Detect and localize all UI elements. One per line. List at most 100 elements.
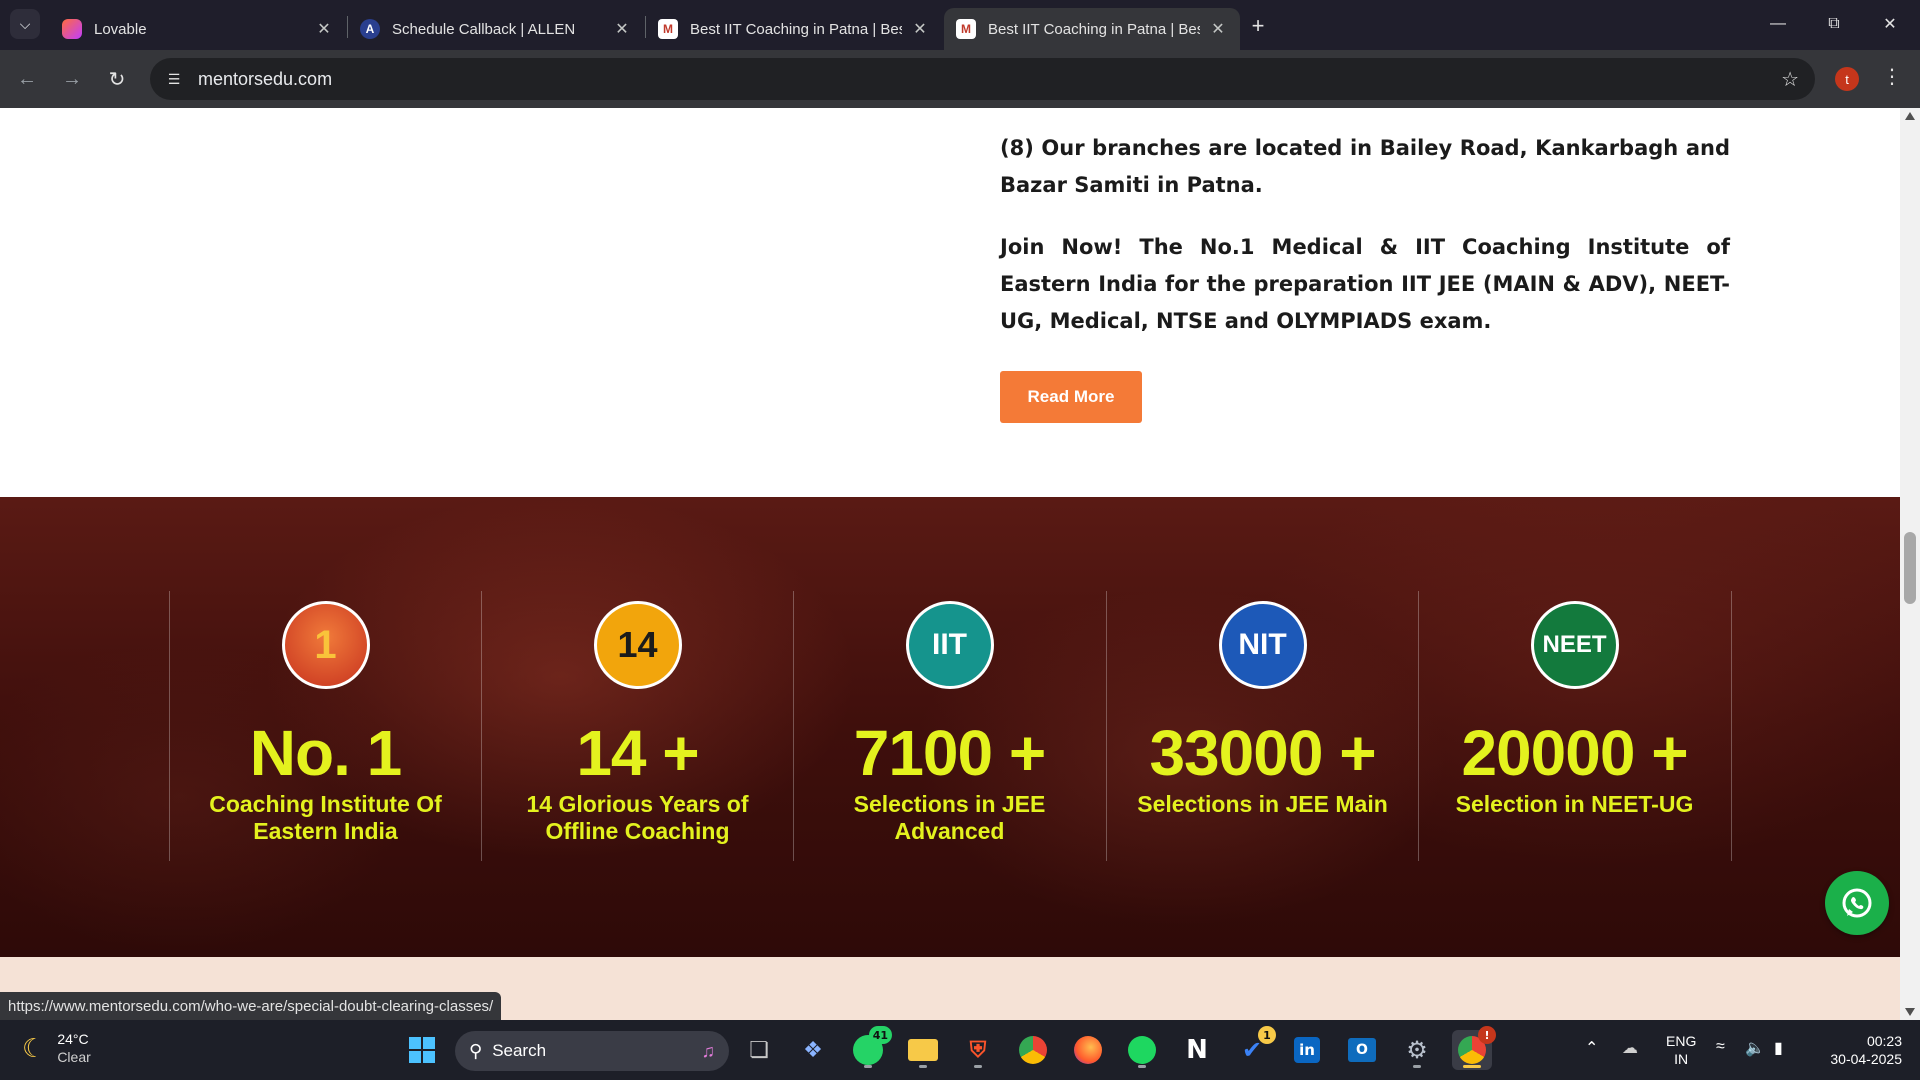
clock[interactable]: 00:23 30-04-2025: [1816, 1032, 1902, 1068]
lang-line1: ENG: [1666, 1033, 1697, 1049]
close-window-button[interactable]: ✕: [1862, 6, 1918, 42]
badge-text: NEET: [1542, 631, 1607, 658]
tab-mentors-active[interactable]: M Best IIT Coaching in Patna | Best ✕: [944, 8, 1240, 50]
spotify-button[interactable]: [1122, 1030, 1162, 1070]
notion-button[interactable]: N: [1177, 1030, 1217, 1070]
running-indicator: [974, 1065, 982, 1068]
stat-label: Selections in JEE Main: [1137, 791, 1388, 817]
neet-logo-icon: NEET: [1530, 601, 1619, 689]
bookmark-star-icon[interactable]: ☆: [1781, 67, 1799, 92]
start-button[interactable]: [402, 1030, 442, 1070]
chrome-icon: [1019, 1036, 1047, 1064]
chevron-up-icon[interactable]: ⌃: [1585, 1038, 1598, 1058]
reload-button[interactable]: ↻: [100, 62, 134, 96]
profile-avatar[interactable]: t: [1835, 67, 1859, 91]
stat-years: 14 14 + 14 Glorious Years of Offline Coa…: [481, 591, 794, 861]
tab-mentors-1[interactable]: M Best IIT Coaching in Patna | Best ✕: [646, 8, 942, 50]
scroll-down-arrow-icon[interactable]: [1905, 1008, 1915, 1016]
todo-button[interactable]: ✔ 1: [1232, 1026, 1276, 1070]
stat-number: 20000 +: [1461, 717, 1688, 789]
brave-lion-icon: ⛨: [969, 1037, 987, 1063]
back-button[interactable]: ←: [10, 62, 44, 96]
stats-section: 1 No. 1 Coaching Institute Of Eastern In…: [0, 497, 1900, 957]
whatsapp-chat-button[interactable]: [1825, 871, 1889, 935]
firefox-button[interactable]: [1068, 1030, 1108, 1070]
forward-button[interactable]: →: [55, 62, 89, 96]
tab-allen[interactable]: A Schedule Callback | ALLEN ✕: [348, 8, 644, 50]
file-explorer-button[interactable]: [903, 1030, 943, 1070]
outlook-button[interactable]: O: [1342, 1030, 1382, 1070]
close-icon[interactable]: ✕: [612, 19, 632, 39]
notification-badge: 1: [1258, 1026, 1276, 1044]
copilot-button[interactable]: ❖: [793, 1030, 833, 1070]
wifi-icon[interactable]: ≈: [1716, 1038, 1725, 1056]
mentors-icon: M: [956, 19, 976, 39]
lang-line2: IN: [1674, 1051, 1689, 1067]
restore-button[interactable]: ⧉: [1806, 6, 1862, 42]
trophy-icon: 1: [281, 601, 370, 689]
chrome-active-button[interactable]: !: [1452, 1026, 1496, 1070]
arrow-right-icon: →: [62, 67, 82, 90]
notion-n-icon: N: [1186, 1035, 1208, 1065]
stat-number: 33000 +: [1149, 717, 1376, 789]
running-indicator: [1463, 1065, 1481, 1068]
close-icon[interactable]: ✕: [910, 19, 930, 39]
tab-search-button[interactable]: ⌵: [10, 9, 40, 39]
cloud-icon[interactable]: ☁: [1622, 1038, 1638, 1058]
lovable-icon: [62, 19, 82, 39]
stat-label: Selections in JEE Advanced: [853, 791, 1046, 844]
clock-time: 00:23: [1866, 1033, 1902, 1049]
iit-logo-icon: IIT: [905, 601, 994, 689]
years-14-icon: 14: [593, 601, 682, 689]
clock-date: 30-04-2025: [1830, 1051, 1902, 1067]
badge-text: IIT: [932, 628, 967, 661]
badge-text: NIT: [1238, 628, 1287, 661]
search-icon: ⚲: [469, 1040, 483, 1061]
site-info-icon[interactable]: ☰: [160, 65, 188, 93]
nit-logo-icon: NIT: [1218, 601, 1307, 689]
linkedin-button[interactable]: in: [1287, 1030, 1327, 1070]
scroll-up-arrow-icon[interactable]: [1905, 112, 1915, 120]
stat-jee-advanced: IIT 7100 + Selections in JEE Advanced: [793, 591, 1106, 861]
stat-number: No. 1: [249, 717, 402, 789]
task-view-icon: ❏: [749, 1037, 769, 1063]
notification-badge: 41: [868, 1026, 892, 1044]
chevron-down-icon: ⌵: [19, 15, 31, 32]
weather-widget[interactable]: ☾ 24°C Clear: [22, 1030, 91, 1066]
battery-icon[interactable]: ▮: [1774, 1038, 1783, 1058]
task-view-button[interactable]: ❏: [739, 1030, 779, 1070]
new-tab-button[interactable]: +: [1242, 12, 1274, 40]
minimize-button[interactable]: —: [1750, 6, 1806, 42]
join-now-paragraph: Join Now! The No.1 Medical & IIT Coachin…: [1000, 235, 1730, 333]
close-icon: ✕: [1883, 16, 1897, 33]
volume-icon[interactable]: 🔈: [1745, 1038, 1765, 1058]
url-text: mentorsedu.com: [198, 68, 333, 89]
stat-number: 14 +: [576, 717, 699, 789]
minimize-icon: —: [1770, 15, 1786, 32]
read-more-button[interactable]: Read More: [1000, 371, 1142, 423]
settings-button[interactable]: ⚙: [1397, 1030, 1437, 1070]
tab-lovable[interactable]: Lovable ✕: [50, 8, 346, 50]
close-icon[interactable]: ✕: [314, 19, 334, 39]
taskbar-search[interactable]: ⚲ Search ♫: [455, 1031, 729, 1071]
language-indicator[interactable]: ENG IN: [1666, 1032, 1696, 1068]
address-bar[interactable]: ☰ mentorsedu.com ☆: [150, 58, 1815, 100]
stat-number: 7100 +: [853, 717, 1047, 789]
stat-no1: 1 No. 1 Coaching Institute Of Eastern In…: [169, 591, 482, 861]
whatsapp-taskbar-button[interactable]: 41: [848, 1026, 892, 1070]
folder-icon: [908, 1039, 938, 1061]
page-scrollbar[interactable]: [1900, 108, 1920, 1020]
copilot-icon: ❖: [803, 1037, 823, 1063]
scroll-thumb[interactable]: [1904, 532, 1916, 604]
notification-badge: !: [1478, 1026, 1496, 1044]
allen-icon: A: [360, 19, 380, 39]
brave-button[interactable]: ⛨: [958, 1030, 998, 1070]
linkedin-icon: in: [1294, 1037, 1320, 1063]
moon-icon: ☾: [22, 1032, 46, 1063]
browser-menu-icon[interactable]: ⋮: [1880, 64, 1904, 89]
tab-title: Best IIT Coaching in Patna | Best: [988, 20, 1200, 38]
running-indicator: [864, 1065, 872, 1068]
chrome-button[interactable]: [1013, 1030, 1053, 1070]
close-icon[interactable]: ✕: [1208, 19, 1228, 39]
windows-taskbar: ☾ 24°C Clear ⚲ Search ♫ ❏ ❖ 41 ⛨ N ✔ 1 i…: [0, 1020, 1920, 1080]
